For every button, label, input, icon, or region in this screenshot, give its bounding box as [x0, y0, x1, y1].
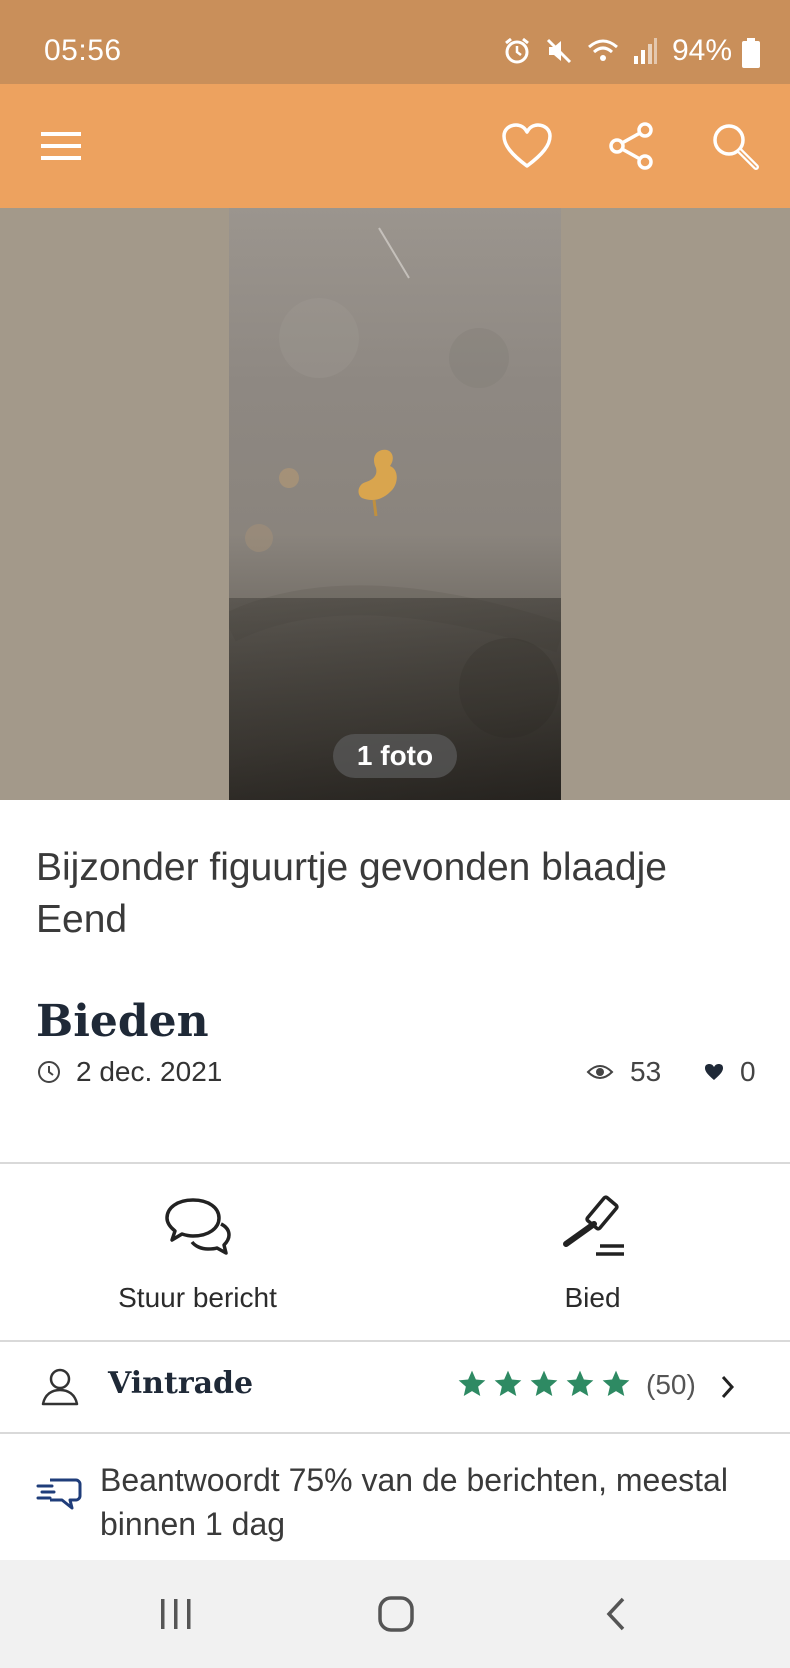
menu-button[interactable]	[16, 84, 106, 208]
listing-date: 2 dec. 2021	[36, 1056, 222, 1088]
search-button[interactable]	[690, 84, 780, 208]
photo-count-badge: 1 foto	[333, 734, 457, 778]
like-count-value: 0	[740, 1056, 756, 1087]
share-button[interactable]	[586, 84, 676, 208]
send-message-label: Stuur bericht	[118, 1282, 277, 1313]
system-nav-bar	[0, 1560, 790, 1668]
seller-name: Vintrade	[108, 1366, 254, 1401]
status-time: 05:56	[44, 34, 122, 67]
eye-icon	[586, 1065, 614, 1079]
duck-leaf-image	[358, 449, 397, 517]
view-count: 53	[586, 1056, 661, 1088]
seller-rating-stars	[456, 1368, 632, 1400]
heart-icon	[502, 123, 552, 168]
search-icon	[713, 124, 759, 170]
listing-title: Bijzonder figuurtje gevonden blaadje Een…	[36, 846, 667, 941]
listing-photo[interactable]	[229, 208, 561, 800]
favorite-button[interactable]	[482, 84, 572, 208]
home-icon	[378, 1596, 414, 1632]
star-icon	[494, 1370, 522, 1396]
alarm-icon	[505, 37, 529, 64]
share-icon	[609, 122, 653, 170]
bid-label: Bied	[564, 1282, 621, 1313]
listing-meta: 2 dec. 2021 53 0	[36, 1056, 756, 1096]
action-bar: Stuur bericht Bied	[0, 1164, 790, 1340]
back-button[interactable]	[546, 1560, 686, 1668]
response-rate-row: Beantwoordt 75% van de berichten, meesta…	[0, 1434, 790, 1558]
chevron-right-icon	[721, 1375, 735, 1399]
menu-icon	[41, 132, 81, 160]
star-icon	[530, 1370, 558, 1396]
fast-reply-icon	[36, 1478, 82, 1510]
star-icon	[602, 1370, 630, 1396]
response-rate-text: Beantwoordt 75% van de berichten, meesta…	[100, 1462, 728, 1542]
like-count: 0	[704, 1056, 756, 1088]
seller-row[interactable]: Vintrade (50)	[0, 1342, 790, 1432]
user-icon	[41, 1368, 79, 1406]
status-icons	[502, 36, 658, 66]
home-button[interactable]	[326, 1560, 466, 1668]
signal-icon	[634, 38, 657, 64]
recent-apps-button[interactable]	[106, 1560, 246, 1668]
mute-icon	[546, 38, 572, 64]
photo-gallery[interactable]: 1 foto	[0, 208, 790, 800]
send-message-button[interactable]: Stuur bericht	[0, 1164, 395, 1340]
star-icon	[458, 1370, 486, 1396]
star-icon	[566, 1370, 594, 1396]
wifi-icon	[588, 39, 618, 61]
app-bar	[0, 84, 790, 208]
bid-button[interactable]: Bied	[395, 1164, 790, 1340]
chat-bubbles-icon	[164, 1198, 231, 1255]
heart-filled-icon	[705, 1064, 723, 1080]
listing-date-text: 2 dec. 2021	[76, 1056, 223, 1087]
battery-icon	[742, 38, 760, 68]
view-count-value: 53	[630, 1056, 662, 1087]
back-icon	[606, 1597, 625, 1631]
seller-rating-count: (50)	[646, 1369, 696, 1400]
listing-price: Bieden	[36, 996, 209, 1047]
recent-apps-icon	[161, 1599, 191, 1629]
gavel-icon	[562, 1195, 624, 1256]
clock-icon	[38, 1061, 60, 1083]
battery-percentage: 94%	[671, 34, 732, 67]
status-bar: 05:56 94%	[0, 0, 790, 84]
